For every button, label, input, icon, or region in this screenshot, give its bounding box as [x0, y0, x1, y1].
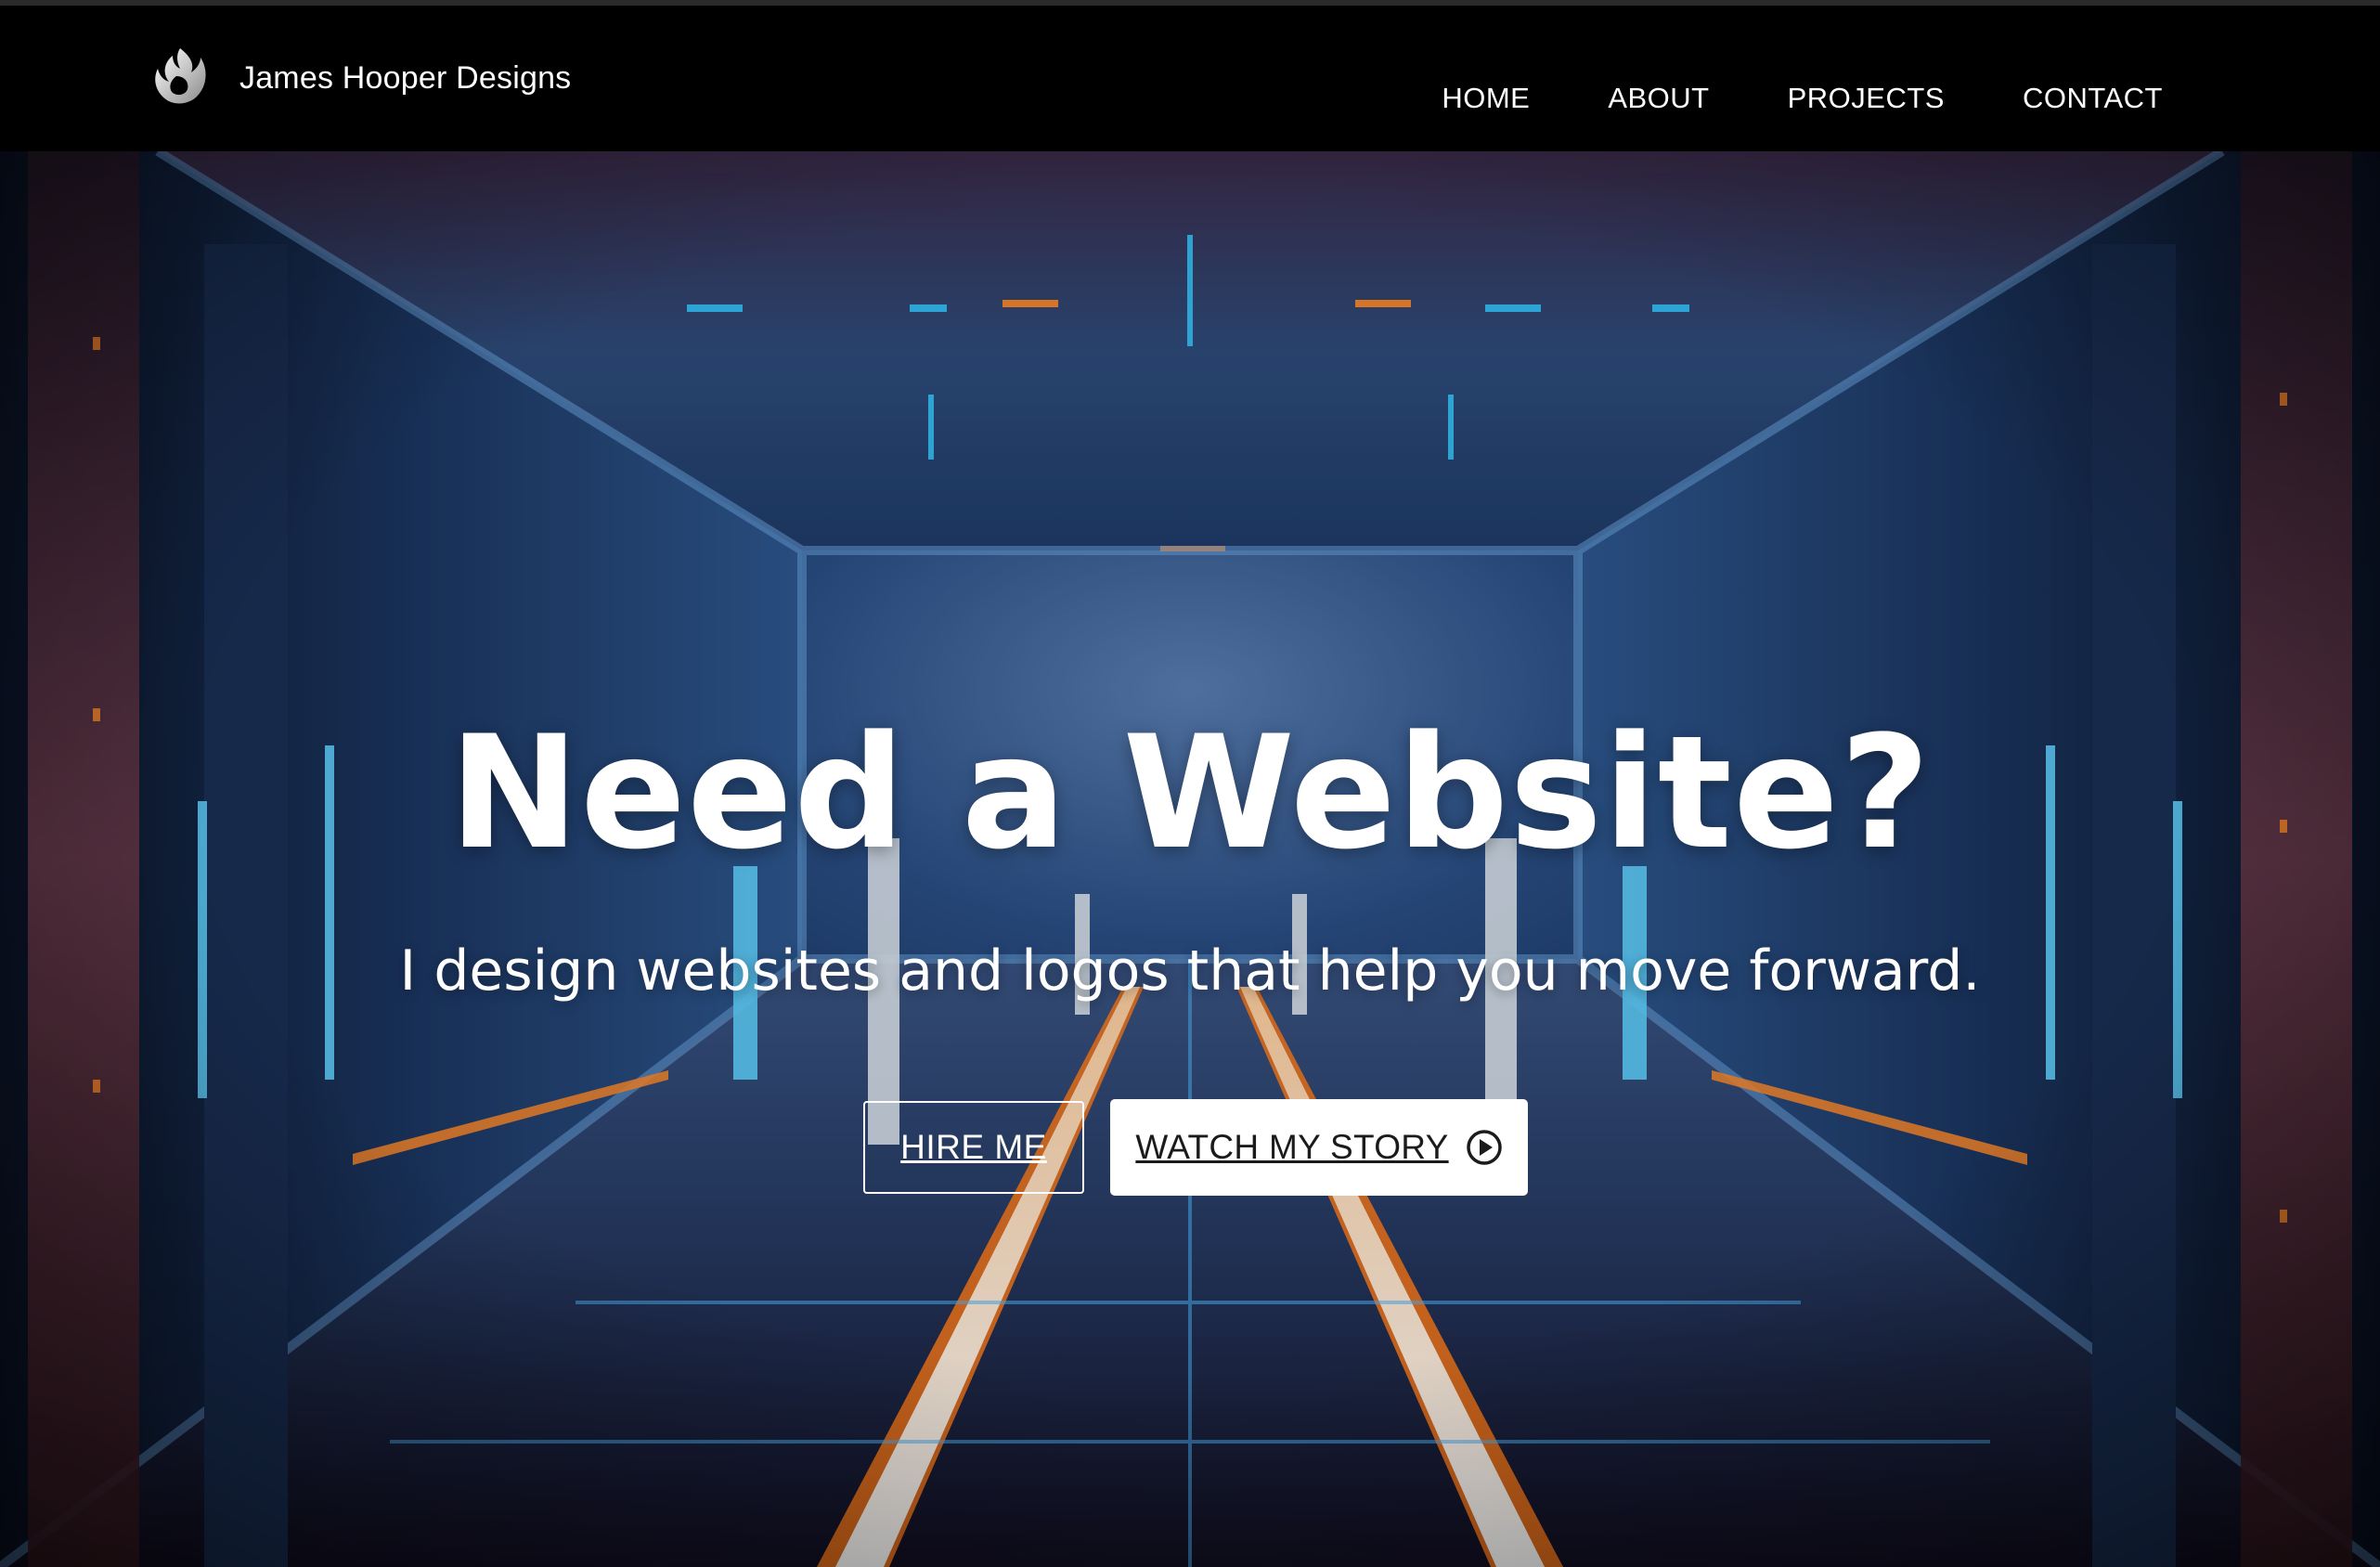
site-header: James Hooper Designs HOME ABOUT PROJECTS…: [0, 6, 2380, 151]
brand-name: James Hooper Designs: [239, 59, 572, 96]
play-circle-icon: [1466, 1130, 1502, 1165]
watch-my-story-button[interactable]: WATCH MY STORY: [1110, 1099, 1528, 1196]
brand-home-link[interactable]: James Hooper Designs: [149, 45, 571, 111]
window-top-edge: [0, 0, 2380, 6]
nav-contact-link[interactable]: CONTACT: [2023, 82, 2163, 115]
watch-my-story-label: WATCH MY STORY: [1135, 1128, 1449, 1166]
hero-background-image: [0, 151, 2380, 1567]
nav-home-link[interactable]: HOME: [1442, 82, 1530, 115]
cta-buttons: HIRE ME WATCH MY STORY: [863, 1099, 1528, 1196]
nav-projects-link[interactable]: PROJECTS: [1788, 82, 1945, 115]
hire-me-button[interactable]: HIRE ME: [863, 1101, 1084, 1194]
flame-swirl-logo-icon: [155, 48, 206, 104]
nav-about-link[interactable]: ABOUT: [1608, 82, 1709, 115]
main-nav: HOME ABOUT PROJECTS CONTACT: [1442, 82, 2163, 115]
page: James Hooper Designs HOME ABOUT PROJECTS…: [0, 0, 2380, 1567]
